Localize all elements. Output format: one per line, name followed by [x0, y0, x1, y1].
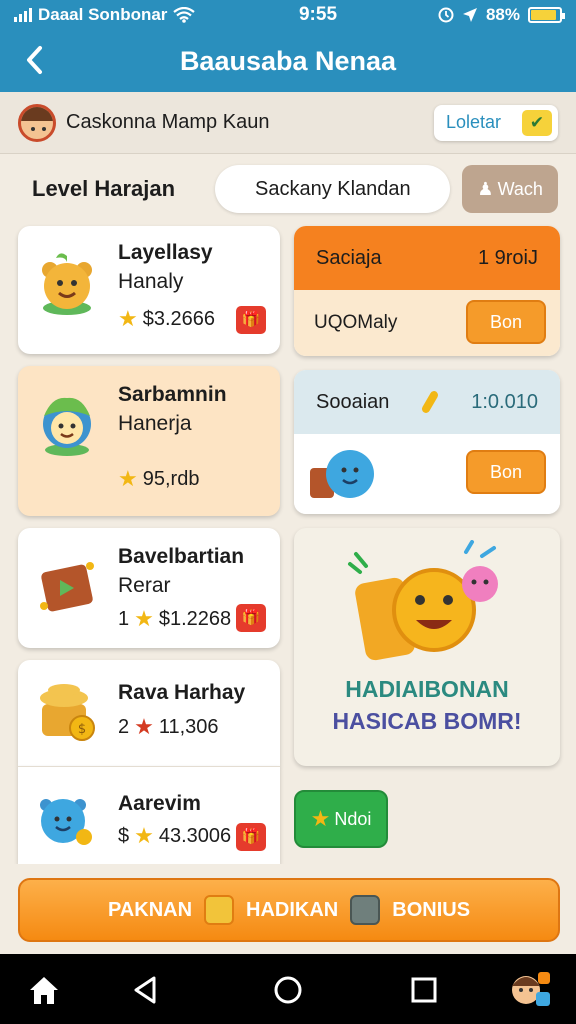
promo-body: Bon	[294, 434, 560, 514]
list-item[interactable]: Aarevim $ ★ 43.3006 🎁	[18, 766, 280, 864]
card-title: Aarevim	[118, 792, 201, 815]
avatar-eye	[31, 126, 35, 131]
gift-icon[interactable]: 🎁	[236, 823, 266, 851]
lottery-button[interactable]: Loletar ✔	[434, 104, 558, 141]
new-label: Ndoi	[334, 808, 372, 829]
back-triangle-icon[interactable]	[128, 972, 164, 1008]
blue-mascot-icon	[310, 450, 374, 498]
battery-percent: 88%	[485, 5, 520, 24]
level-row: Level Harajan Sackany Klandan ♟ Wach	[0, 160, 576, 218]
bon-button[interactable]: Bon	[466, 300, 546, 344]
avatar[interactable]	[18, 103, 56, 142]
bear-mascot-icon	[42, 253, 92, 315]
character-avatar-icon[interactable]	[506, 966, 552, 1012]
chevron-left-icon[interactable]	[20, 42, 50, 78]
promo-body-label: UQOMaly	[314, 312, 398, 333]
bonus-part-1: PAKNAN	[107, 898, 193, 921]
blue-mascot-icon	[43, 397, 91, 456]
list-item[interactable]: Bavelbartian Rerar 1 ★ $1.2268 🎁	[18, 528, 280, 648]
figure-icon: ♟	[477, 178, 494, 199]
battery-icon	[528, 7, 565, 23]
coin-icon	[204, 895, 235, 925]
svg-text:$: $	[78, 722, 86, 737]
banner-subtitle: HASICAB BOMR!	[332, 708, 522, 734]
status-left: Daaal Sonbonar	[14, 5, 244, 25]
promo-card[interactable]: Saciaja 1 9roiJ UQOMaly Bon	[294, 226, 560, 356]
card-price: 1 ★ $1.2268	[118, 606, 232, 631]
account-bar: Caskonna Mamp Kaun Loletar ✔	[0, 92, 576, 154]
bonus-bar-button[interactable]: PAKNAN HADIKAN BONIUS	[18, 878, 560, 942]
lottery-label: Loletar	[446, 112, 502, 132]
card-title: Layellasy Hanaly	[118, 241, 213, 293]
promo-header: Saciaja 1 9roiJ	[294, 226, 560, 290]
star-icon: ★	[118, 466, 138, 491]
carrier-label: Daaal Sonbonar	[38, 5, 168, 24]
avatar-hair	[21, 106, 53, 121]
chest-icon	[350, 895, 381, 925]
promo-value: 1 9roiJ	[477, 246, 538, 269]
location-icon	[462, 8, 477, 22]
list-item[interactable]: Sarbamnin Hanerja ★ 95,rdb	[18, 366, 280, 516]
clock: 9:55	[298, 4, 338, 25]
list-item[interactable]: Layellasy Hanaly ★ $3.2666 🎁	[18, 226, 280, 354]
recents-icon[interactable]	[406, 972, 442, 1008]
status-bar: Daaal Sonbonar 9:55 88%	[0, 0, 576, 30]
system-nav-bar	[0, 954, 576, 1024]
card-title: Bavelbartian Rerar	[118, 545, 245, 597]
home-circle-icon[interactable]	[270, 972, 306, 1008]
star-icon: ★	[134, 714, 154, 739]
banner-title: HADIAIBONAN	[345, 676, 509, 702]
check-icon: ✔	[522, 109, 552, 136]
star-icon: ★	[310, 806, 331, 831]
coin-mascot-icon	[348, 540, 498, 661]
promo-label: Saciaja	[316, 246, 382, 269]
watch-label: Wach	[497, 178, 543, 199]
promo-value: 1:0.010	[471, 390, 538, 413]
alarm-icon	[438, 7, 454, 23]
promo-column: Saciaja 1 9roiJ UQOMaly Bon Sooaian 1:0.…	[294, 226, 560, 848]
level-label: Level Harajan	[32, 176, 176, 201]
title-bar: Baausaba Nenaa	[0, 30, 576, 92]
status-right: 88%	[392, 5, 565, 25]
battery-fill	[531, 10, 556, 20]
promo-card[interactable]: Sooaian 1:0.010 Bon	[294, 370, 560, 514]
promo-label: Sooaian	[316, 390, 390, 413]
card-price: ★ $3.2666	[118, 306, 216, 331]
search-input[interactable]: Sackany Klandan	[215, 165, 451, 213]
bonus-part-3: BONIUS	[392, 898, 471, 921]
card-price: $ ★ 43.3006	[118, 823, 232, 848]
treasure-chest-icon	[40, 562, 94, 612]
page-title: Baausaba Nenaa	[179, 45, 397, 76]
bonus-part-2: HADIKAN	[246, 898, 339, 921]
blue-blob-icon	[40, 799, 92, 845]
star-icon: ★	[134, 823, 154, 848]
star-icon: ★	[134, 606, 154, 631]
star-icon: ★	[118, 306, 138, 331]
card-price: 2 ★ 11,306	[118, 714, 219, 739]
card-price: ★ 95,rdb	[118, 466, 200, 491]
card-title: Rava Harhay	[118, 681, 246, 704]
bonus-banner[interactable]: HADIAIBONAN HASICAB BOMR!	[294, 528, 560, 766]
coin-pot-icon: $	[40, 684, 95, 741]
gift-icon[interactable]: 🎁	[236, 306, 266, 334]
avatar-eye	[42, 126, 46, 131]
card-title: Sarbamnin Hanerja	[118, 383, 227, 435]
item-list: Layellasy Hanaly ★ $3.2666 🎁 Sarbamnin Hane…	[18, 226, 280, 876]
new-button[interactable]: ★ Ndoi	[294, 790, 388, 848]
home-icon[interactable]	[26, 972, 62, 1008]
promo-body: UQOMaly Bon	[294, 290, 560, 356]
signal-icon	[14, 8, 32, 22]
list-item[interactable]: $ Rava Harhay 2 ★ 11,306	[18, 660, 280, 766]
promo-header: Sooaian 1:0.010	[294, 370, 560, 434]
bon-button[interactable]: Bon	[466, 450, 546, 494]
watch-button[interactable]: ♟ Wach	[462, 165, 558, 213]
wifi-icon	[173, 7, 196, 23]
account-name: Caskonna Mamp Kaun	[66, 111, 270, 133]
key-icon	[422, 391, 439, 413]
gift-icon[interactable]: 🎁	[236, 604, 266, 632]
